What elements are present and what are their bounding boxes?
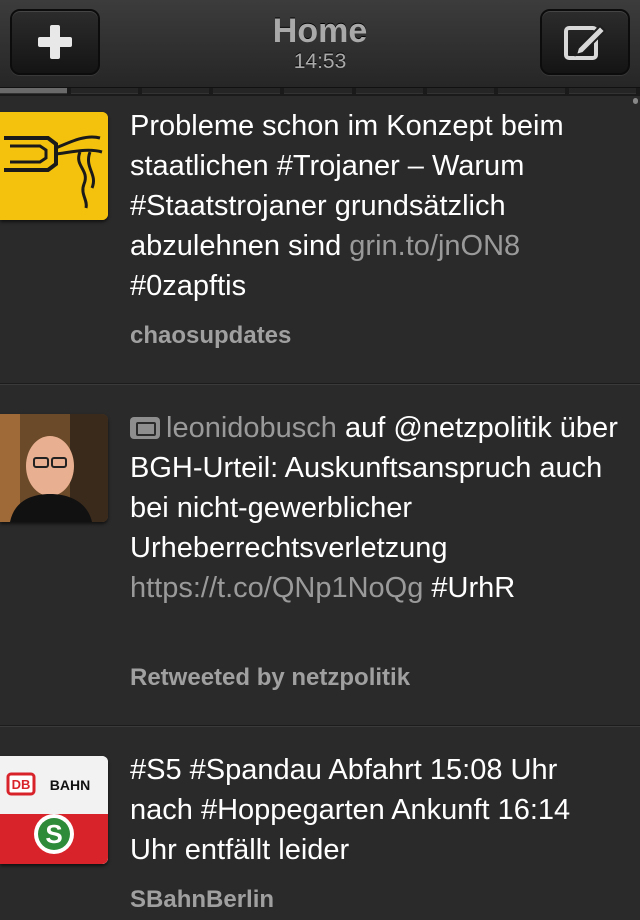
tweet-text: #S5 #Spandau Abfahrt 15:08 Uhr nach #Hop… <box>130 750 620 870</box>
tweet-hashtag[interactable]: #0zapftis <box>130 270 246 302</box>
page-indicator-segment <box>142 88 210 94</box>
compose-icon <box>564 24 607 60</box>
page-indicator-segment <box>497 88 565 94</box>
retweet-icon <box>130 417 160 439</box>
tweet-author[interactable]: chaosupdates <box>130 322 291 350</box>
tweet-item[interactable]: Probleme schon im Konzept beim staatlich… <box>0 96 640 384</box>
title-area: Home 14:53 <box>160 12 480 74</box>
tweet-body: #S5 #Spandau Abfahrt 15:08 Uhr nach #Hop… <box>130 754 571 866</box>
person-photo <box>0 414 108 522</box>
page-indicator-segment <box>284 88 352 94</box>
avatar[interactable]: DB BAHN S <box>0 756 108 864</box>
plus-icon <box>38 25 72 59</box>
page-indicator-segment <box>71 88 139 94</box>
page-indicator <box>0 88 640 96</box>
tweet-link[interactable]: https://t.co/QNp1NoQg <box>130 572 423 604</box>
avatar[interactable] <box>0 112 108 220</box>
page-indicator-segment <box>568 88 636 94</box>
retweet-username[interactable]: leonidobusch <box>166 412 337 444</box>
svg-text:DB: DB <box>12 777 31 792</box>
page-indicator-segment <box>426 88 494 94</box>
tweet-item[interactable]: DB BAHN S #S5 #Spandau Abfahrt 15:08 Uhr… <box>0 726 640 920</box>
svg-text:S: S <box>45 819 62 849</box>
chaos-computer-club-logo <box>0 112 108 220</box>
tweet-text: leonidobusch auf @netzpolitik über BGH-U… <box>130 408 620 608</box>
avatar[interactable] <box>0 414 108 522</box>
tweet-text: Probleme schon im Konzept beim staatlich… <box>130 106 620 306</box>
add-account-button[interactable] <box>10 9 100 75</box>
page-indicator-segment <box>355 88 423 94</box>
navigation-bar: Home 14:53 <box>0 0 640 88</box>
page-indicator-segment <box>0 88 68 94</box>
tweet-item[interactable]: leonidobusch auf @netzpolitik über BGH-U… <box>0 384 640 726</box>
tweet-author[interactable]: SBahnBerlin <box>130 886 274 914</box>
timeline: Probleme schon im Konzept beim staatlich… <box>0 96 640 920</box>
status-time: 14:53 <box>293 50 347 73</box>
tweet-hashtag[interactable]: #UrhR <box>423 572 515 604</box>
db-bahn-s-bahn-logo: DB BAHN S <box>0 756 108 864</box>
retweeted-by-label[interactable]: Retweeted by netzpolitik <box>130 664 410 692</box>
page-indicator-segment <box>213 88 281 94</box>
page-title: Home <box>272 12 368 50</box>
tweet-link[interactable]: grin.to/jnON8 <box>349 230 520 262</box>
compose-button[interactable] <box>540 9 630 75</box>
svg-text:BAHN: BAHN <box>50 777 90 793</box>
